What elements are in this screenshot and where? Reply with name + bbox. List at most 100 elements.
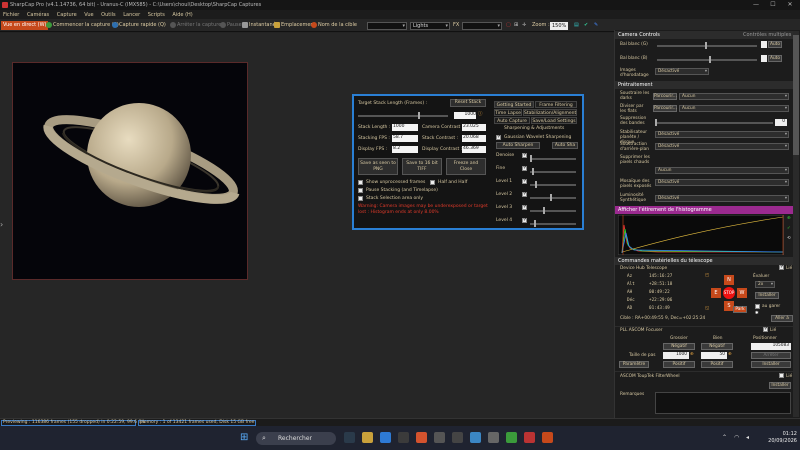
- banding-value[interactable]: 0: [775, 119, 787, 126]
- start-capture-button[interactable]: Commencer la capture (S): [46, 21, 119, 30]
- wavelet-checkbox[interactable]: [496, 134, 501, 140]
- north-button[interactable]: N: [724, 275, 734, 285]
- wavelet-level-checkbox[interactable]: [522, 152, 527, 158]
- live-image[interactable]: [12, 62, 248, 280]
- live-view-button[interactable]: Vue en direct (W): [1, 21, 49, 30]
- app-icon-2[interactable]: [434, 432, 445, 443]
- goto-button[interactable]: Aller à: [771, 315, 793, 322]
- menu-fichier[interactable]: Fichier: [0, 10, 22, 18]
- menu-capture[interactable]: Capture: [54, 10, 80, 18]
- stabilize-dropdown[interactable]: Désactivé: [655, 131, 789, 138]
- check-icon[interactable]: ✔: [584, 21, 588, 30]
- target-length-input[interactable]: 1000: [454, 112, 476, 119]
- histogram-check-icon[interactable]: ✓: [787, 226, 791, 231]
- show-unprocessed-checkbox[interactable]: [358, 180, 363, 185]
- collapse-left-arrow[interactable]: ›: [0, 220, 6, 230]
- mount-install-button[interactable]: Installer: [755, 292, 779, 299]
- app-icon-5[interactable]: [488, 432, 499, 443]
- corner-sw-icon[interactable]: ◱: [705, 306, 709, 311]
- browse-dark-button[interactable]: Parcourir...: [653, 93, 677, 100]
- settings-icon[interactable]: ✎: [594, 21, 598, 30]
- stack-selection-checkbox[interactable]: [358, 196, 363, 201]
- coarse-step-spinner[interactable]: ⊕: [690, 352, 694, 357]
- task-view-icon[interactable]: [344, 432, 355, 443]
- wavelet-level-slider[interactable]: [530, 168, 576, 175]
- wavelet-level-slider[interactable]: [530, 194, 576, 201]
- wavelet-level-slider[interactable]: [530, 207, 576, 214]
- focus-position-input[interactable]: 105083: [751, 343, 791, 350]
- white-balance-b-slider[interactable]: [657, 56, 757, 63]
- wavelet-level-slider[interactable]: [530, 181, 576, 188]
- park-button[interactable]: Park: [733, 306, 747, 313]
- white-balance-g-slider[interactable]: [657, 42, 757, 49]
- tray-chevron-icon[interactable]: ⌃: [722, 434, 727, 441]
- stop-focuser-button[interactable]: Arrêter: [751, 352, 791, 359]
- banding-knob[interactable]: [655, 119, 657, 126]
- menu-outils[interactable]: Outils: [98, 10, 118, 18]
- tab-time-lapse[interactable]: Time Lapse: [494, 109, 522, 116]
- menu-cameras[interactable]: Caméras: [24, 10, 52, 18]
- histogram-header[interactable]: Afficher l'étirement de l'histogramme: [615, 206, 795, 214]
- white-balance-g-value[interactable]: [761, 41, 767, 48]
- star-icon[interactable]: ✱: [755, 311, 759, 316]
- minimize-button[interactable]: —: [748, 1, 764, 9]
- timestamp-dropdown[interactable]: Désactivé: [655, 68, 709, 75]
- wavelet-level-knob[interactable]: [532, 168, 534, 175]
- wavelet-level-checkbox[interactable]: [522, 178, 527, 184]
- dark-dropdown[interactable]: Aucun: [679, 93, 789, 100]
- taskbar-clock[interactable]: 01:12 20/09/2026: [763, 431, 797, 445]
- frame-icon[interactable]: ▢: [506, 21, 511, 30]
- sharpcap-taskbar-icon[interactable]: [542, 432, 553, 443]
- pause-button[interactable]: Pause: [220, 21, 242, 30]
- reset-stack-button[interactable]: Reset Stack: [450, 99, 486, 107]
- info-icon[interactable]: ⓘ: [478, 111, 483, 117]
- wifi-icon[interactable]: ◠: [734, 434, 739, 441]
- fine-step-input[interactable]: 50: [701, 352, 727, 359]
- focuser-link-checkbox[interactable]: [763, 326, 768, 332]
- tab-save-load[interactable]: Save/Load Settings: [531, 117, 577, 124]
- browse-flat-button[interactable]: Parcourir...: [653, 105, 677, 112]
- frame-type-dropdown[interactable]: Lights: [410, 22, 450, 30]
- grid-icon[interactable]: ⊞: [514, 21, 518, 30]
- app-icon-6[interactable]: [506, 432, 517, 443]
- wavelet-level-knob[interactable]: [534, 220, 536, 227]
- half-and-half-checkbox[interactable]: [430, 180, 435, 185]
- fine-positive-button[interactable]: Positif: [701, 361, 733, 368]
- coarse-negative-button[interactable]: Négatif: [663, 343, 695, 350]
- camera-controls-header[interactable]: Camera Controls Contrôles multiples: [615, 31, 795, 39]
- corner-nw-icon[interactable]: ◰: [705, 273, 709, 278]
- auto-sharpen-button[interactable]: Auto Sharpen: [496, 142, 540, 149]
- location-button[interactable]: Emplacement: [274, 21, 316, 30]
- histogram-icon[interactable]: ▤: [574, 21, 579, 30]
- white-balance-g-auto[interactable]: Auto: [768, 41, 782, 48]
- wavelet-level-checkbox[interactable]: [522, 204, 527, 210]
- wavelet-level-checkbox[interactable]: [522, 217, 527, 223]
- coarse-positive-button[interactable]: Positif: [663, 361, 695, 368]
- freeze-close-button[interactable]: Freeze and Close: [446, 158, 486, 175]
- subtract-background-dropdown[interactable]: Désactivé: [655, 143, 789, 150]
- remarks-textarea[interactable]: [655, 392, 791, 414]
- store-icon[interactable]: [398, 432, 409, 443]
- white-balance-b-value[interactable]: [761, 55, 767, 62]
- coarse-step-input[interactable]: 1000: [663, 352, 689, 359]
- west-button[interactable]: W: [737, 288, 747, 298]
- multiple-controls-toggle[interactable]: Contrôles multiples: [743, 31, 791, 39]
- white-balance-b-knob[interactable]: [709, 56, 711, 63]
- tab-getting-started[interactable]: Getting Started: [494, 101, 534, 108]
- file-explorer-icon[interactable]: [362, 432, 373, 443]
- telescope-header[interactable]: Commandes matérielles du télescope: [615, 257, 795, 265]
- white-balance-g-knob[interactable]: [705, 42, 707, 49]
- mount-link-checkbox[interactable]: [779, 264, 784, 270]
- target-name-dropdown[interactable]: [367, 22, 407, 30]
- histogram-auto-icon[interactable]: ⊕: [787, 216, 791, 221]
- wavelet-level-slider[interactable]: [530, 220, 576, 227]
- banding-slider[interactable]: [655, 119, 773, 126]
- stop-capture-button[interactable]: Arrêter la capture: [170, 21, 221, 30]
- target-length-knob[interactable]: [418, 112, 420, 119]
- app-icon-1[interactable]: [416, 432, 427, 443]
- wavelet-level-checkbox[interactable]: [522, 165, 527, 171]
- wavelet-level-knob[interactable]: [543, 207, 545, 214]
- stop-button[interactable]: STOP: [723, 287, 735, 299]
- maximize-button[interactable]: ☐: [765, 1, 781, 9]
- preprocessing-header[interactable]: Prétraitement: [615, 81, 795, 89]
